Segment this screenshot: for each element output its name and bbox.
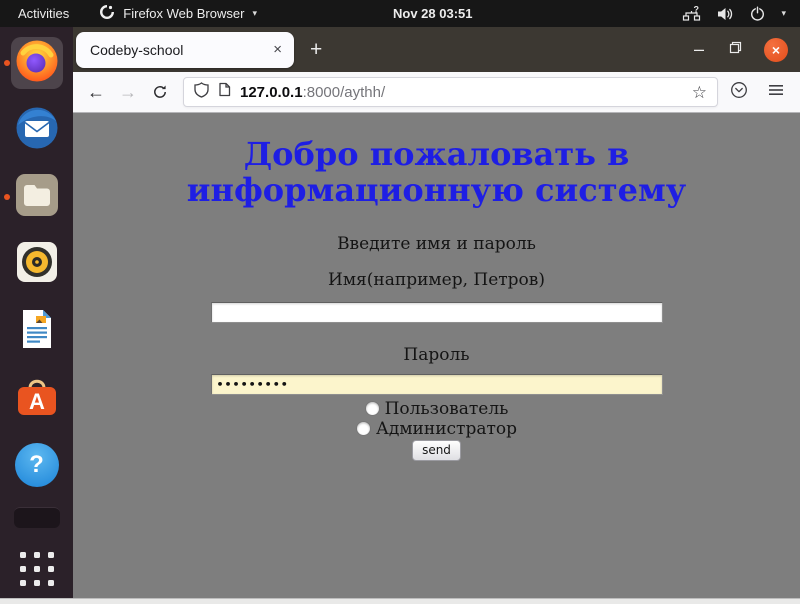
page-info-icon[interactable]	[218, 82, 231, 102]
screen: Activities Firefox Web Browser ▾ Nov 28 …	[0, 0, 800, 604]
dark-app-icon	[14, 507, 60, 528]
name-input[interactable]	[211, 302, 663, 323]
dock-item-thunderbird[interactable]	[11, 104, 63, 156]
firefox-icon	[14, 38, 60, 89]
radio-user-label: Пользователь	[385, 402, 509, 416]
bookmark-star-icon[interactable]: ☆	[692, 84, 707, 101]
dock: A ?	[0, 27, 73, 599]
url-path: :8000/aythh/	[303, 84, 386, 101]
chevron-down-icon: ▾	[252, 9, 257, 18]
thunderbird-icon	[14, 105, 60, 156]
firefox-mini-icon	[99, 4, 115, 23]
show-applications-button[interactable]	[11, 543, 63, 595]
password-label: Пароль	[73, 345, 800, 365]
forward-button[interactable]: →	[113, 77, 143, 107]
dock-item-ubuntu-software[interactable]: A	[11, 372, 63, 424]
help-icon: ?	[15, 443, 59, 487]
close-icon: ×	[772, 42, 780, 58]
pocket-icon[interactable]	[730, 81, 748, 104]
dock-item-files[interactable]	[11, 171, 63, 223]
url-bar[interactable]: 127.0.0.1:8000/aythh/ ☆	[183, 77, 718, 107]
firefox-window: Codeby-school × + – × ← →	[73, 27, 800, 599]
activities-button[interactable]: Activities	[18, 6, 69, 21]
dock-item-help[interactable]: ?	[11, 439, 63, 491]
role-option-user[interactable]: Пользователь	[73, 401, 800, 416]
ubuntu-topbar: Activities Firefox Web Browser ▾ Nov 28 …	[0, 0, 800, 27]
ubuntu-software-icon: A	[14, 373, 60, 424]
password-input[interactable]	[211, 374, 663, 395]
page-content: Добро пожаловать в информационную систем…	[73, 113, 800, 599]
volume-icon	[716, 6, 734, 22]
system-tray[interactable]: ? ▾	[682, 5, 800, 22]
rhythmbox-icon	[14, 239, 60, 290]
help-question-glyph: ?	[29, 451, 44, 479]
network-icon: ?	[682, 6, 701, 22]
window-controls: – ×	[691, 27, 788, 72]
clock[interactable]: Nov 28 03:51	[393, 0, 473, 27]
radio-user-icon[interactable]	[365, 401, 380, 416]
restore-button[interactable]	[729, 41, 742, 59]
app-menu-label: Firefox Web Browser	[123, 6, 244, 21]
tray-chevron-down-icon: ▾	[781, 9, 786, 18]
url-host: 127.0.0.1	[240, 84, 303, 101]
power-icon	[749, 5, 766, 22]
dock-item-rhythmbox[interactable]	[11, 238, 63, 290]
svg-text:?: ?	[694, 6, 700, 15]
url-text[interactable]: 127.0.0.1:8000/aythh/	[240, 84, 683, 101]
tab-title: Codeby-school	[90, 42, 267, 58]
instruction-text: Введите имя и пароль	[73, 234, 800, 254]
tab-close-icon[interactable]: ×	[267, 41, 288, 58]
navigation-bar: ← → 12	[73, 72, 800, 113]
app-menu-button[interactable]: Firefox Web Browser ▾	[99, 4, 257, 23]
back-button[interactable]: ←	[81, 77, 111, 107]
dock-item-dark-app[interactable]	[11, 506, 63, 528]
radio-admin-label: Администратор	[376, 422, 517, 436]
minimize-button[interactable]: –	[691, 46, 707, 53]
close-button[interactable]: ×	[764, 38, 788, 62]
tab-codeby-school[interactable]: Codeby-school ×	[76, 32, 294, 68]
apps-grid-icon	[20, 552, 54, 586]
new-tab-button[interactable]: +	[310, 39, 322, 60]
role-option-admin[interactable]: Администратор	[73, 421, 800, 436]
window-bottom-edge	[0, 598, 800, 604]
page-title: Добро пожаловать в информационную систем…	[137, 136, 737, 208]
svg-text:A: A	[29, 389, 45, 414]
menu-hamburger-icon[interactable]	[768, 83, 784, 102]
libreoffice-writer-icon	[14, 306, 60, 357]
send-button[interactable]: send	[412, 440, 461, 461]
name-label: Имя(например, Петров)	[73, 270, 800, 290]
dock-item-firefox[interactable]	[11, 37, 63, 89]
reload-button[interactable]	[145, 77, 175, 107]
radio-admin-icon[interactable]	[356, 421, 371, 436]
shield-icon[interactable]	[194, 82, 209, 103]
files-icon	[14, 172, 60, 223]
dock-item-libreoffice-writer[interactable]	[11, 305, 63, 357]
tab-bar: Codeby-school × + – ×	[73, 27, 800, 72]
toolbar-right	[728, 81, 792, 104]
